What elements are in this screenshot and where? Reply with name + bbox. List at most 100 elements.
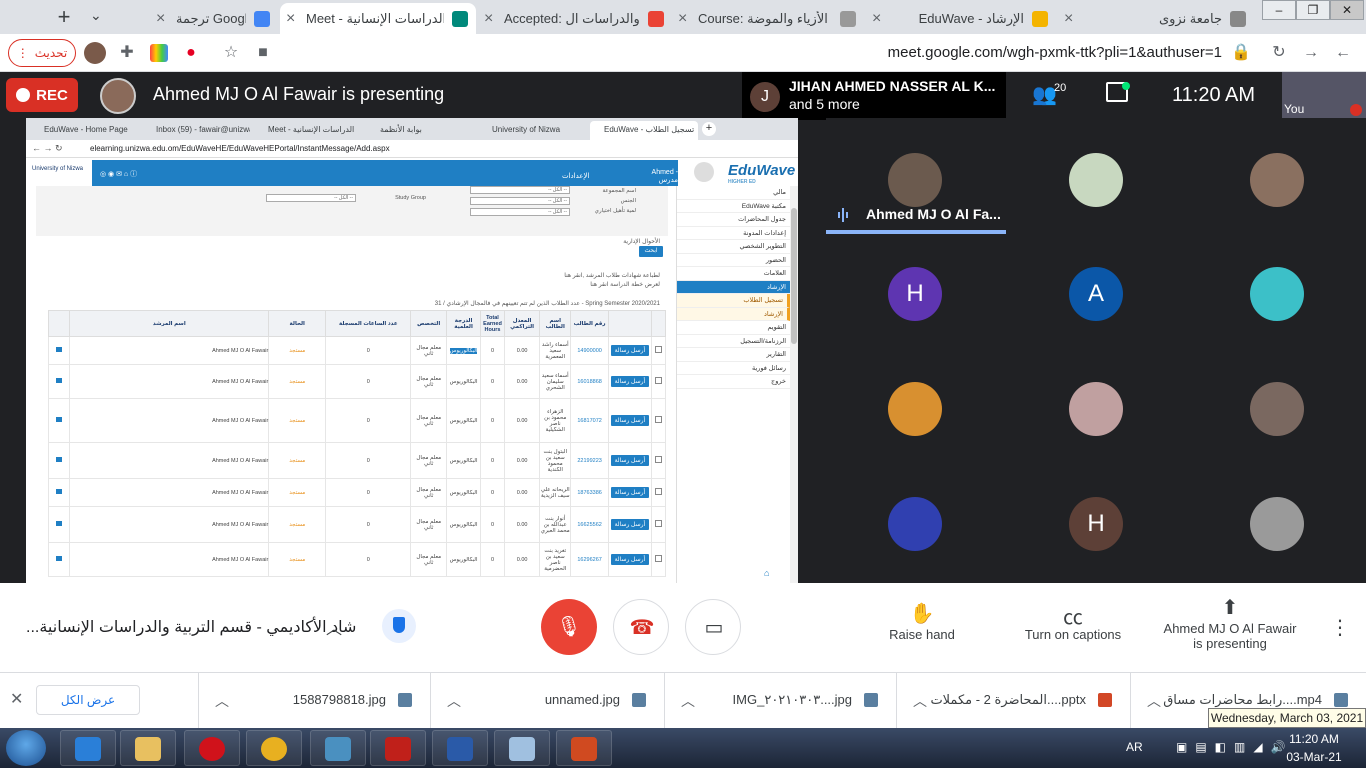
bookmark-star-icon[interactable]: ☆ xyxy=(220,42,242,64)
participant-video-tile[interactable] xyxy=(1250,267,1304,321)
browser-tab[interactable]: × EduWave - الإرشاد xyxy=(866,3,1056,34)
participant-video-tile[interactable] xyxy=(1069,382,1123,436)
participant-video-tile[interactable] xyxy=(888,497,942,551)
tab-close-icon[interactable]: × xyxy=(1064,10,1073,28)
maximize-button[interactable]: ❐ xyxy=(1296,0,1330,20)
download-item[interactable]: ︿ 1588798818.jpg xyxy=(198,673,430,729)
presented-sidebar-item: إعدادات المدونة xyxy=(677,227,790,240)
participant-video-tile[interactable] xyxy=(1250,382,1304,436)
taskbar-app[interactable] xyxy=(60,730,116,766)
taskbar-app[interactable] xyxy=(370,730,426,766)
participant-video-tile[interactable] xyxy=(888,382,942,436)
raise-hand-button[interactable]: ✋ Raise hand xyxy=(842,601,1002,642)
taskbar-app[interactable] xyxy=(184,730,240,766)
leave-call-button[interactable]: ☎ xyxy=(613,599,669,655)
table-cell-reg: 0 xyxy=(325,542,412,577)
table-cell-id: 18763386 xyxy=(570,478,610,507)
taskbar-date[interactable]: 03-Mar-21 xyxy=(1282,750,1346,764)
table-cell-name: تغريد بنت سعيد بن ناصر الحضرمية xyxy=(539,542,572,577)
taskbar-app[interactable] xyxy=(556,730,612,766)
tab-close-icon[interactable]: × xyxy=(484,10,493,28)
participant-letter-avatar[interactable]: H xyxy=(888,267,942,321)
download-shelf-close-icon[interactable]: ✕ xyxy=(10,689,23,709)
browser-tab[interactable]: × Accepted: التربية والدراسات ال xyxy=(478,3,672,34)
participant-video-tile[interactable] xyxy=(1250,497,1304,551)
presented-sidebar-item: التقويم xyxy=(677,321,790,335)
presented-sidebar-item: رسائل فورية xyxy=(677,362,790,375)
show-all-downloads-button[interactable]: عرض الكل xyxy=(36,685,140,715)
captions-label: Turn on captions xyxy=(1024,627,1122,642)
captions-button[interactable]: ㏄ Turn on captions xyxy=(993,601,1153,642)
opera-icon xyxy=(199,737,225,761)
download-item[interactable]: ︿ unnamed.jpg xyxy=(430,673,664,729)
taskbar-app[interactable] xyxy=(310,730,366,766)
url-field[interactable]: meet.google.com/wgh-pxmk-ttk?pli=1&authu… xyxy=(760,44,1222,61)
participant-letter-avatar[interactable]: A xyxy=(1069,267,1123,321)
chevron-up-icon[interactable]: ︿ xyxy=(447,691,461,711)
profile-avatar-icon[interactable] xyxy=(84,42,106,64)
tab-close-icon[interactable]: × xyxy=(678,10,687,28)
taskbar-app[interactable] xyxy=(120,730,176,766)
chevron-up-icon[interactable]: ︿ xyxy=(1147,691,1161,711)
back-arrow-icon[interactable]: ← xyxy=(1332,42,1354,64)
extension-icon[interactable] xyxy=(150,44,168,62)
active-speaker-underline xyxy=(826,230,1006,234)
lock-icon[interactable]: 🔒 xyxy=(1230,42,1252,64)
self-view[interactable]: You xyxy=(1282,72,1366,120)
pinterest-icon[interactable]: ● xyxy=(180,42,202,64)
forward-arrow-icon[interactable]: → xyxy=(1300,42,1322,64)
presenting-banner: Ahmed MJ O Al Fawair is presenting xyxy=(153,84,445,104)
camera-indicator-icon[interactable]: ■ xyxy=(252,42,274,64)
browser-tab[interactable]: × Course: ملات الأزياء والموضة xyxy=(672,3,864,34)
tab-close-icon[interactable]: × xyxy=(286,10,295,28)
participant-video-tile[interactable] xyxy=(1250,153,1304,207)
minimize-button[interactable]: – xyxy=(1262,0,1296,20)
update-button[interactable]: ⋮ تحديث xyxy=(8,39,76,67)
meeting-details-chevron-icon[interactable]: ︿ xyxy=(326,615,342,639)
chevron-up-icon[interactable]: ︿ xyxy=(681,691,695,711)
table-cell-major: معلم مجال ثاني xyxy=(410,542,447,577)
reload-icon[interactable]: ↻ xyxy=(1268,42,1290,64)
participant-video-tile[interactable] xyxy=(888,153,942,207)
chevron-up-icon[interactable]: ︿ xyxy=(215,691,229,711)
notification-avatar: J xyxy=(750,82,780,112)
browser-tab[interactable]: × ترجمة Google xyxy=(150,3,278,34)
filter-select-4: -- الكل -- xyxy=(266,194,356,202)
chevron-up-icon[interactable]: ︿ xyxy=(913,691,927,711)
more-options-icon[interactable]: ⋮ xyxy=(1330,615,1350,640)
system-tray-icons[interactable]: ▣▤◧▥◢🔊 xyxy=(1176,740,1294,754)
tab-close-icon[interactable]: × xyxy=(156,10,165,28)
tab-search-chevron-icon[interactable]: ⌄ xyxy=(90,7,102,24)
window-close-button[interactable]: ✕ xyxy=(1330,0,1364,20)
download-item[interactable]: ︿ المحاضرة 2 - مكملات....pptx xyxy=(896,673,1130,729)
google-meet-icon xyxy=(452,11,468,27)
browser-tab[interactable]: × Meet - الدراسات الإنسانية xyxy=(280,3,476,34)
presentation-button[interactable]: ⬆ Ahmed MJ O Al Fawair is presenting xyxy=(1150,595,1310,651)
download-item[interactable]: ︿ IMG_٢٠٢١٠٣٠٣....jpg xyxy=(664,673,896,729)
table-cell-major-text: معلم مجال ثاني xyxy=(416,553,442,566)
start-button-icon[interactable] xyxy=(6,730,46,766)
host-controls-shield-icon[interactable] xyxy=(382,609,416,643)
meet-top-bar: REC Ahmed MJ O Al Fawair is presenting xyxy=(0,72,1366,118)
table-cell-major-text: معلم مجال ثاني xyxy=(416,375,442,388)
camera-toggle-button[interactable]: ▭ xyxy=(685,599,741,655)
table-cell-advisor: Ahmed MJ O Al Fawair xyxy=(69,506,270,543)
taskbar-time[interactable]: 11:20 AM xyxy=(1282,732,1346,746)
raise-hand-label: Raise hand xyxy=(889,627,955,642)
table-cell-gpa: 0.00 xyxy=(503,542,541,577)
tab-close-icon[interactable]: × xyxy=(872,10,881,28)
presented-header: University of Nizwa ◎ ◉ ✉ ⌂ ⓘ الإعدادات … xyxy=(26,158,798,186)
new-tab-button[interactable]: + xyxy=(52,6,76,30)
participant-letter-avatar[interactable]: H xyxy=(1069,497,1123,551)
participant-grid: Ahmed MJ O Al Fa... H A H xyxy=(826,118,1366,583)
participant-video-tile[interactable] xyxy=(1069,153,1123,207)
taskbar-app[interactable] xyxy=(494,730,550,766)
input-language[interactable]: AR xyxy=(1126,740,1143,754)
taskbar-app[interactable] xyxy=(246,730,302,766)
google-translate-icon xyxy=(254,11,270,27)
mic-toggle-button[interactable]: 🎙 xyxy=(541,599,597,655)
join-notification[interactable]: J JIHAN AHMED NASSER AL K... and 5 more xyxy=(742,72,1006,120)
browser-tab[interactable]: × جامعة نزوى xyxy=(1058,3,1254,34)
taskbar-app[interactable] xyxy=(432,730,488,766)
extensions-puzzle-icon[interactable]: ✚ xyxy=(116,42,138,64)
